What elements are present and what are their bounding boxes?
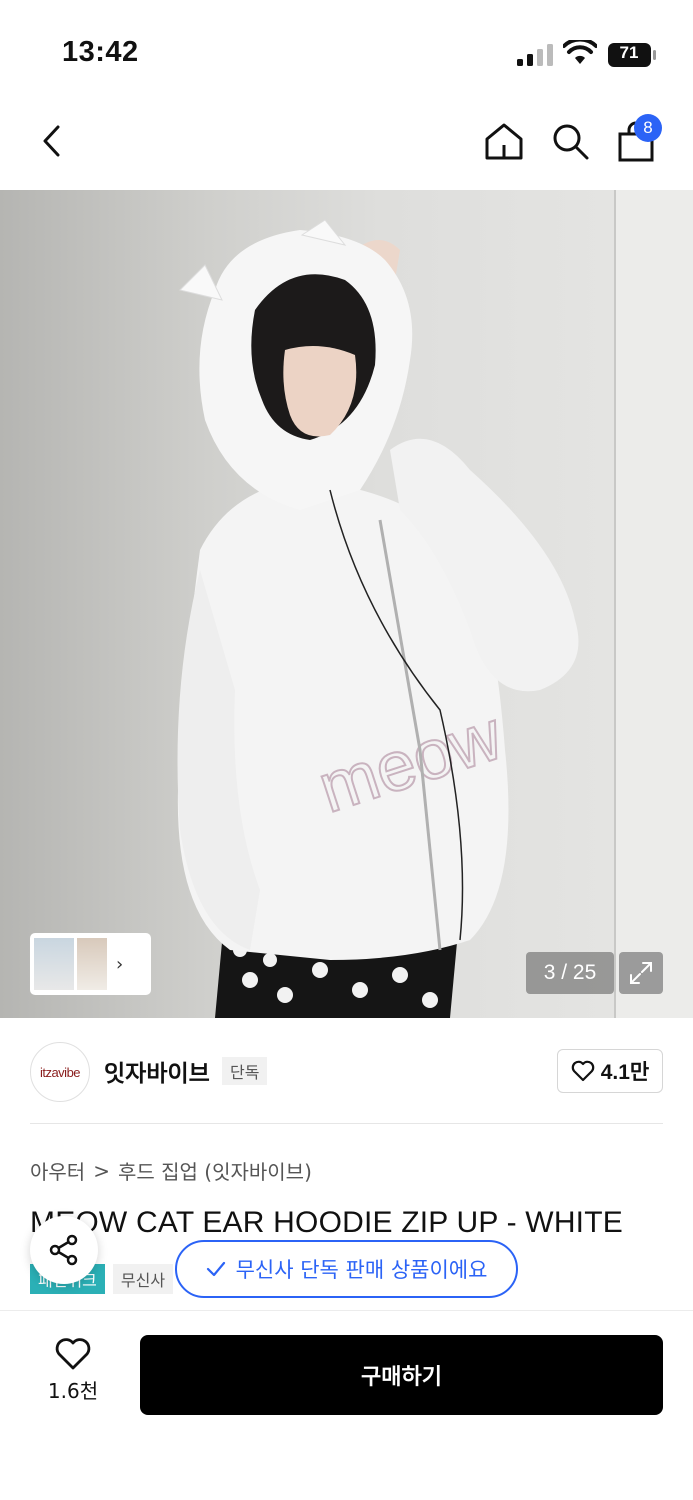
share-button[interactable] <box>30 1216 98 1284</box>
brand-like-button[interactable]: 4.1만 <box>557 1049 663 1093</box>
check-icon <box>206 1261 225 1277</box>
search-button[interactable] <box>546 114 594 168</box>
cart-count-badge: 8 <box>634 114 662 142</box>
exclusive-badge: 단독 <box>222 1057 268 1085</box>
thumbnail-strip[interactable]: › <box>30 933 151 995</box>
battery-indicator: 71 <box>607 42 657 68</box>
tag-musinsa: 무신사 <box>112 1264 174 1294</box>
thumbnail-image[interactable] <box>34 938 74 990</box>
brand-row: itzavibe 잇자바이브 단독 4.1만 <box>30 1020 663 1124</box>
thumbnail-image[interactable] <box>77 938 107 990</box>
product-image[interactable]: meow 3 / 25 <box>0 190 693 1018</box>
status-bar: 13:42 71 <box>0 0 693 100</box>
exclusive-toast: 무신사 단독 판매 상품이에요 <box>175 1240 518 1298</box>
back-button[interactable] <box>28 114 76 168</box>
chevron-right-icon: › <box>116 953 124 975</box>
expand-icon <box>630 962 652 984</box>
breadcrumb: 아우터 > 후드 집업 (잇자바이브) <box>30 1156 312 1185</box>
expand-image-button[interactable] <box>619 952 663 994</box>
breadcrumb-separator: > <box>93 1158 110 1183</box>
brand-like-count: 4.1만 <box>600 1061 650 1084</box>
wifi-icon <box>563 40 597 64</box>
heart-icon <box>55 1338 91 1370</box>
share-icon <box>49 1234 78 1266</box>
toast-text: 무신사 단독 판매 상품이에요 <box>235 1258 488 1282</box>
home-icon <box>485 123 523 160</box>
cellular-signal-icon <box>517 44 553 66</box>
battery-level: 71 <box>619 43 639 62</box>
search-icon <box>553 124 589 160</box>
brand-logo[interactable]: itzavibe <box>30 1042 90 1102</box>
wishlist-count: 1.6천 <box>47 1379 99 1403</box>
heart-icon <box>571 1060 595 1082</box>
product-title: MEOW CAT EAR HOODIE ZIP UP - WHITE <box>30 1206 623 1239</box>
buy-button[interactable]: 구매하기 <box>140 1335 663 1415</box>
chevron-left-icon <box>43 125 60 157</box>
cart-button[interactable]: 8 <box>612 114 662 168</box>
status-time: 13:42 <box>62 36 139 68</box>
product-photo: meow <box>177 190 693 1018</box>
breadcrumb-subcategory[interactable]: 후드 집업 (잇자바이브) <box>118 1156 312 1185</box>
top-navigation: 8 <box>0 100 693 190</box>
home-button[interactable] <box>480 114 528 168</box>
bottom-action-bar: 1.6천 구매하기 <box>0 1310 693 1500</box>
brand-name[interactable]: 잇자바이브 <box>104 1054 210 1088</box>
wishlist-button[interactable]: 1.6천 <box>30 1337 116 1404</box>
breadcrumb-category[interactable]: 아우터 <box>30 1156 85 1185</box>
image-counter: 3 / 25 <box>526 952 614 994</box>
